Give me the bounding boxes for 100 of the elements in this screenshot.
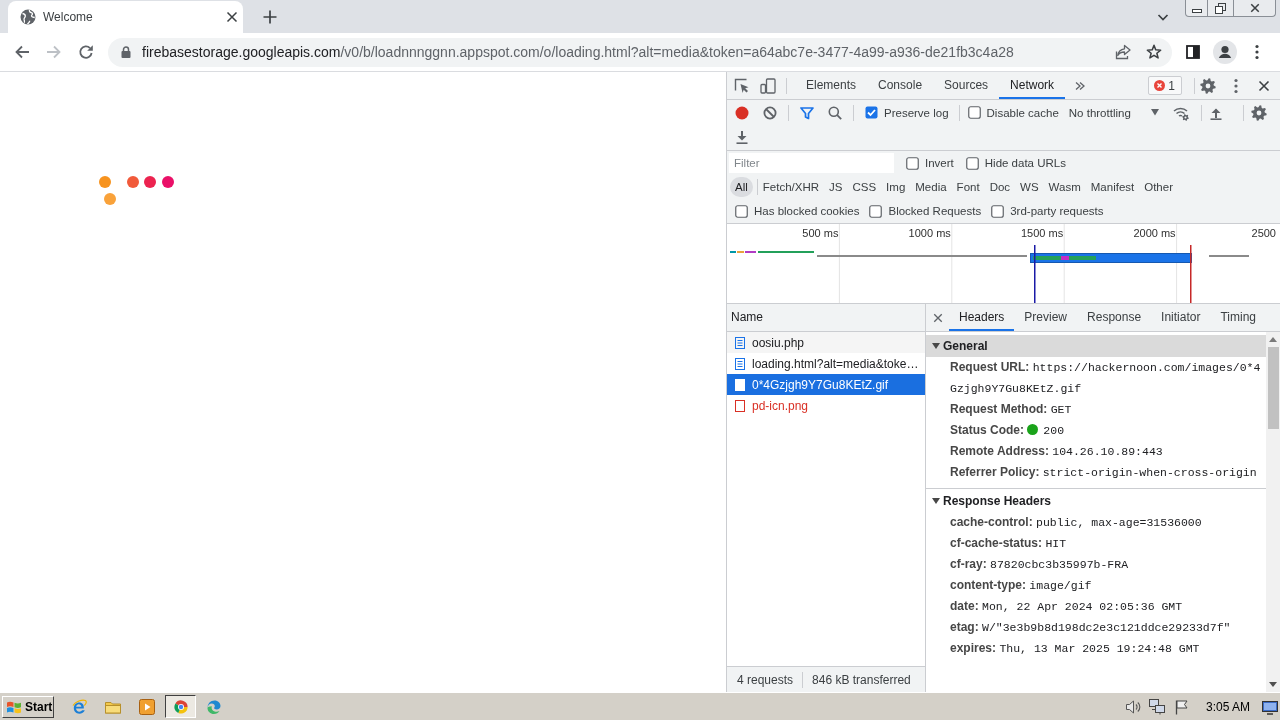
request-row[interactable]: oosiu.php	[727, 332, 925, 353]
flag-icon[interactable]	[1173, 698, 1190, 715]
detail-tab[interactable]: Timing	[1210, 304, 1266, 331]
header-name: Status Code:	[950, 423, 1024, 437]
plus-icon[interactable]	[262, 8, 278, 25]
double-chevron-icon[interactable]	[1075, 80, 1086, 91]
checkbox-label[interactable]: Invert	[925, 157, 954, 169]
record-icon[interactable]	[735, 105, 749, 120]
panel-tab[interactable]: Network	[999, 72, 1066, 99]
download-icon[interactable]	[735, 130, 749, 144]
checkbox[interactable]	[865, 106, 878, 119]
scrollbar[interactable]	[1266, 332, 1280, 692]
network-icon[interactable]	[1148, 698, 1165, 715]
type-filter-button[interactable]: Doc	[984, 177, 1016, 197]
section-header[interactable]: General	[926, 335, 1266, 357]
e-logo-icon[interactable]	[71, 698, 87, 715]
arrow-left-icon[interactable]	[14, 44, 30, 60]
share-icon[interactable]	[1115, 44, 1131, 60]
detail-tab[interactable]: Initiator	[1151, 304, 1211, 331]
detail-tab[interactable]: Response	[1077, 304, 1152, 331]
minimize-button[interactable]	[1185, 0, 1208, 17]
throttling-select[interactable]: No throttling	[1068, 106, 1159, 119]
type-filter-button[interactable]: Manifest	[1085, 177, 1140, 197]
error-icon	[1154, 80, 1166, 91]
type-filter-button[interactable]: JS	[824, 177, 848, 197]
checkbox[interactable]	[735, 204, 748, 218]
panel-tab[interactable]: Sources	[933, 72, 1000, 99]
checkbox-label[interactable]: Hide data URLs	[984, 157, 1066, 169]
status-text: 846 kB transferred	[812, 672, 911, 687]
speaker-icon[interactable]	[1124, 698, 1141, 715]
checkbox[interactable]	[965, 156, 979, 170]
tick-label: 1000 ms	[908, 227, 951, 239]
address-bar[interactable]: firebasestorage.googleapis.com/v0/b/loadnnnggnn.appspot.com/o/loading.html?alt=media&token=a64abc7e-3477-4a99-a936-de21fb3c4a28	[108, 37, 1172, 67]
search-icon[interactable]	[828, 105, 842, 120]
lock-icon	[121, 46, 131, 58]
kebab-menu-icon[interactable]	[1255, 44, 1259, 60]
request-row[interactable]: loading.html?alt=media&toke…	[727, 353, 925, 374]
play-icon[interactable]	[139, 698, 155, 715]
type-filter-button[interactable]: Other	[1139, 177, 1178, 197]
start-button[interactable]: Start	[2, 695, 54, 718]
section-header[interactable]: Response Headers	[926, 490, 1266, 512]
browser-tab[interactable]: Welcome	[8, 1, 243, 33]
header-line: cache-control: public, max-age=31536000	[950, 514, 1202, 531]
checkbox[interactable]	[906, 156, 919, 170]
filter-input[interactable]: Filter	[729, 153, 894, 173]
avatar-icon[interactable]	[1213, 40, 1237, 64]
checkbox-label[interactable]: Has blocked cookies	[754, 205, 860, 217]
checkbox[interactable]	[967, 106, 981, 119]
monitor-icon[interactable]	[1262, 698, 1278, 715]
star-icon[interactable]	[1146, 44, 1162, 60]
checkbox-label[interactable]: 3rd-party requests	[1010, 205, 1104, 217]
checkbox-label[interactable]: Preserve log	[884, 106, 949, 119]
request-row[interactable]: pd-icn.png	[727, 395, 925, 416]
header-line: expires: Thu, 13 Mar 2025 19:24:48 GMT	[950, 640, 1200, 657]
arrow-right-icon	[46, 44, 62, 60]
clock-text[interactable]: 3:05 AM	[1205, 699, 1250, 714]
triangle-down-icon[interactable]	[1269, 682, 1277, 687]
type-filter-button[interactable]: All	[730, 177, 753, 197]
settings-icon[interactable]	[1250, 104, 1267, 121]
checkbox-label[interactable]: Disable cache	[986, 106, 1059, 119]
panel-tab[interactable]: Elements	[795, 72, 868, 99]
type-filter-button[interactable]: Media	[910, 177, 952, 197]
header-line: Request URL: https://hackernoon.com/images/0*4Gzjgh9Y7Gu8KEtZ.gif	[950, 359, 1262, 397]
checkbox[interactable]	[869, 204, 883, 218]
error-count-button[interactable]: 1	[1148, 76, 1182, 95]
timeline-segment	[1209, 255, 1249, 257]
detail-tab[interactable]: Preview	[1014, 304, 1078, 331]
timeline-marker-line	[1190, 245, 1192, 303]
taskbar-button[interactable]	[165, 695, 196, 718]
side-panel-icon[interactable]	[1186, 45, 1200, 59]
close-button[interactable]	[1234, 0, 1276, 17]
reload-icon[interactable]	[78, 44, 94, 60]
triangle-up-icon[interactable]	[1269, 337, 1277, 342]
file-icon	[735, 378, 745, 391]
panel-tab[interactable]: Console	[867, 72, 934, 99]
close-icon	[1249, 3, 1260, 13]
cursor-in-box-icon[interactable]	[734, 77, 750, 94]
close-icon[interactable]	[1258, 79, 1270, 92]
timeline-segment	[758, 251, 814, 253]
scrollbar-thumb[interactable]	[1267, 347, 1279, 429]
settings-icon[interactable]	[1200, 77, 1216, 94]
type-filter-button[interactable]: Fetch/XHR	[757, 177, 825, 197]
circle-slash-icon[interactable]	[763, 105, 777, 120]
restore-button[interactable]	[1208, 0, 1234, 17]
checkbox-label[interactable]: Blocked Requests	[888, 205, 982, 217]
filter-icon[interactable]	[800, 105, 814, 120]
type-filter-button[interactable]: Wasm	[1043, 177, 1086, 197]
tick-label: 2500	[1251, 227, 1276, 239]
request-row[interactable]: 0*4Gzjgh9Y7Gu8KEtZ.gif	[727, 374, 925, 395]
close-icon[interactable]	[226, 11, 238, 23]
type-filter-button[interactable]: Img	[881, 177, 911, 197]
close-icon[interactable]	[933, 312, 943, 323]
checkbox[interactable]	[991, 204, 1005, 218]
header-line: content-type: image/gif	[950, 577, 1092, 594]
type-filter-button[interactable]: WS	[1015, 177, 1044, 197]
type-filter-button[interactable]: CSS	[847, 177, 882, 197]
devices-icon[interactable]	[760, 77, 776, 94]
flag-logo-icon	[6, 699, 22, 714]
type-filter-button[interactable]: Font	[951, 177, 985, 197]
kebab-menu-icon[interactable]	[1234, 77, 1238, 94]
